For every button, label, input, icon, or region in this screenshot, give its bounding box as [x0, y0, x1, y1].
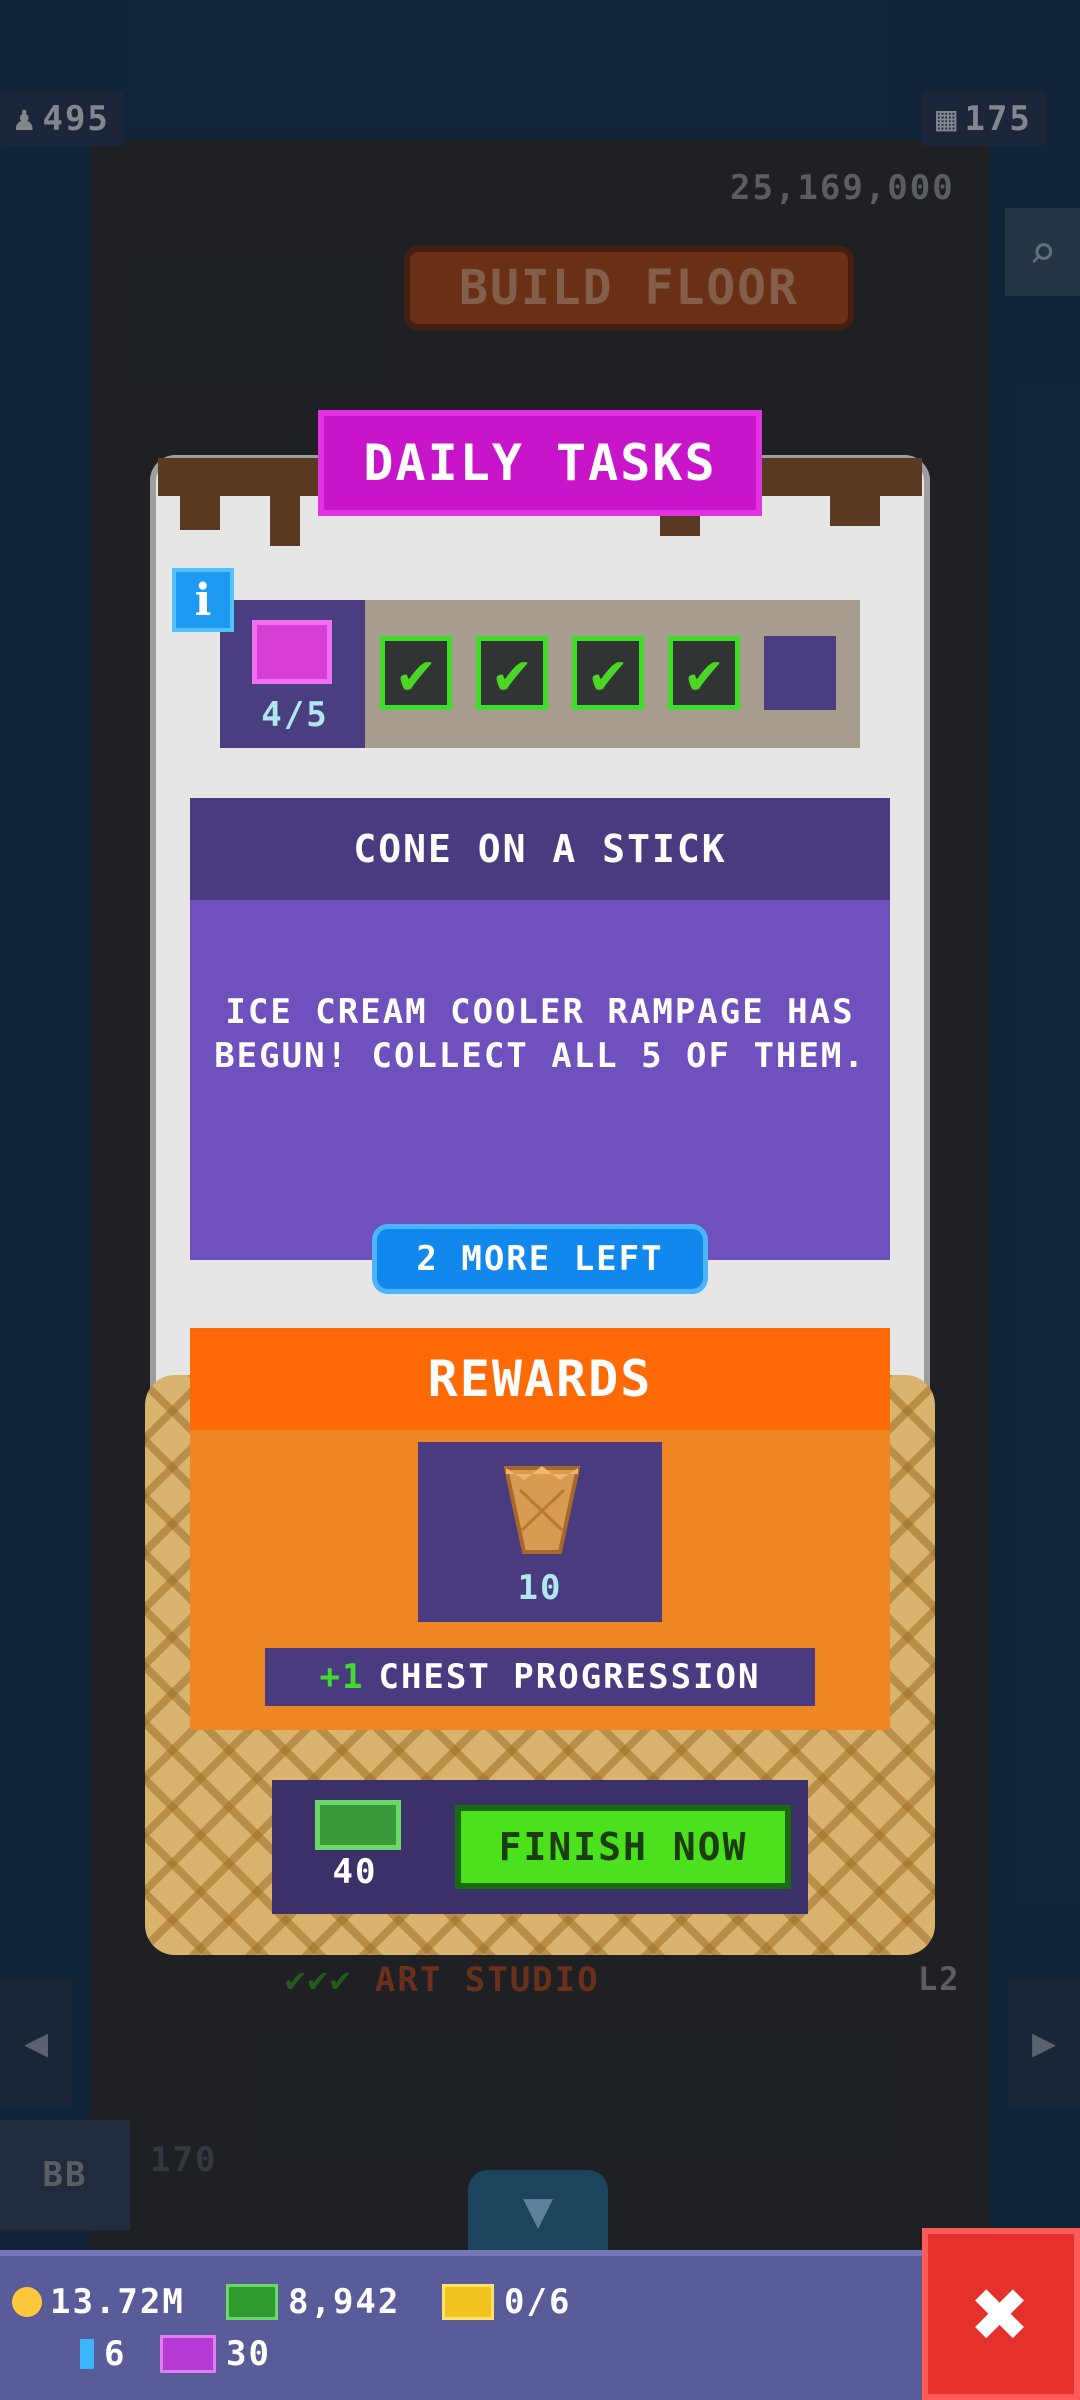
tickets-display: 0/6 — [442, 2282, 571, 2322]
modal-title: DAILY TASKS — [318, 410, 762, 516]
checkmark-icon: ✔ — [686, 639, 722, 707]
reward-item-count: 10 — [517, 1568, 563, 1608]
chest-plus: +1 — [319, 1657, 365, 1697]
golden-ticket-icon — [442, 2284, 494, 2320]
chocolate-drip — [830, 490, 880, 526]
chest-progression: +1 CHEST PROGRESSION — [265, 1648, 815, 1706]
task-description: ICE CREAM COOLER RAMPAGE HAS BEGUN! COLL… — [190, 900, 890, 1260]
chocolate-drip — [180, 490, 220, 530]
checkmark-icon: ✔ — [398, 639, 434, 707]
progress-count: 4/5 — [261, 695, 329, 735]
rewards-title: REWARDS — [190, 1328, 890, 1430]
check-slot-4: ✔ — [668, 636, 740, 710]
vip-display: 30 — [160, 2334, 271, 2374]
finish-cost: 40 — [332, 1852, 378, 1892]
remaining-badge: 2 MORE LEFT — [372, 1224, 708, 1294]
gems-display: 6 — [80, 2334, 126, 2374]
chocolate-drip — [270, 490, 300, 546]
close-button[interactable]: ✖ — [922, 2228, 1080, 2400]
bux-display: 8,942 — [226, 2282, 400, 2322]
ice-cream-cone-icon — [503, 1466, 581, 1554]
check-slot-3: ✔ — [572, 636, 644, 710]
coin-icon — [12, 2287, 42, 2317]
tower-bux-icon — [315, 1800, 401, 1850]
info-button[interactable]: i — [172, 568, 234, 632]
check-slot-5-empty — [764, 636, 836, 710]
vip-icon — [160, 2335, 216, 2373]
task-box-icon — [252, 620, 332, 684]
task-title: CONE ON A STICK — [190, 798, 890, 900]
chest-label: CHEST PROGRESSION — [378, 1657, 761, 1697]
gem-icon — [80, 2339, 94, 2369]
finish-now-button[interactable]: FINISH NOW — [455, 1805, 791, 1889]
checkmark-icon: ✔ — [590, 639, 626, 707]
coins-display: 13.72M — [12, 2282, 185, 2322]
bottom-currency-bar — [0, 2250, 922, 2400]
check-slot-2: ✔ — [476, 636, 548, 710]
tower-bux-icon — [226, 2284, 278, 2320]
checkmark-icon: ✔ — [494, 639, 530, 707]
check-slot-1: ✔ — [380, 636, 452, 710]
